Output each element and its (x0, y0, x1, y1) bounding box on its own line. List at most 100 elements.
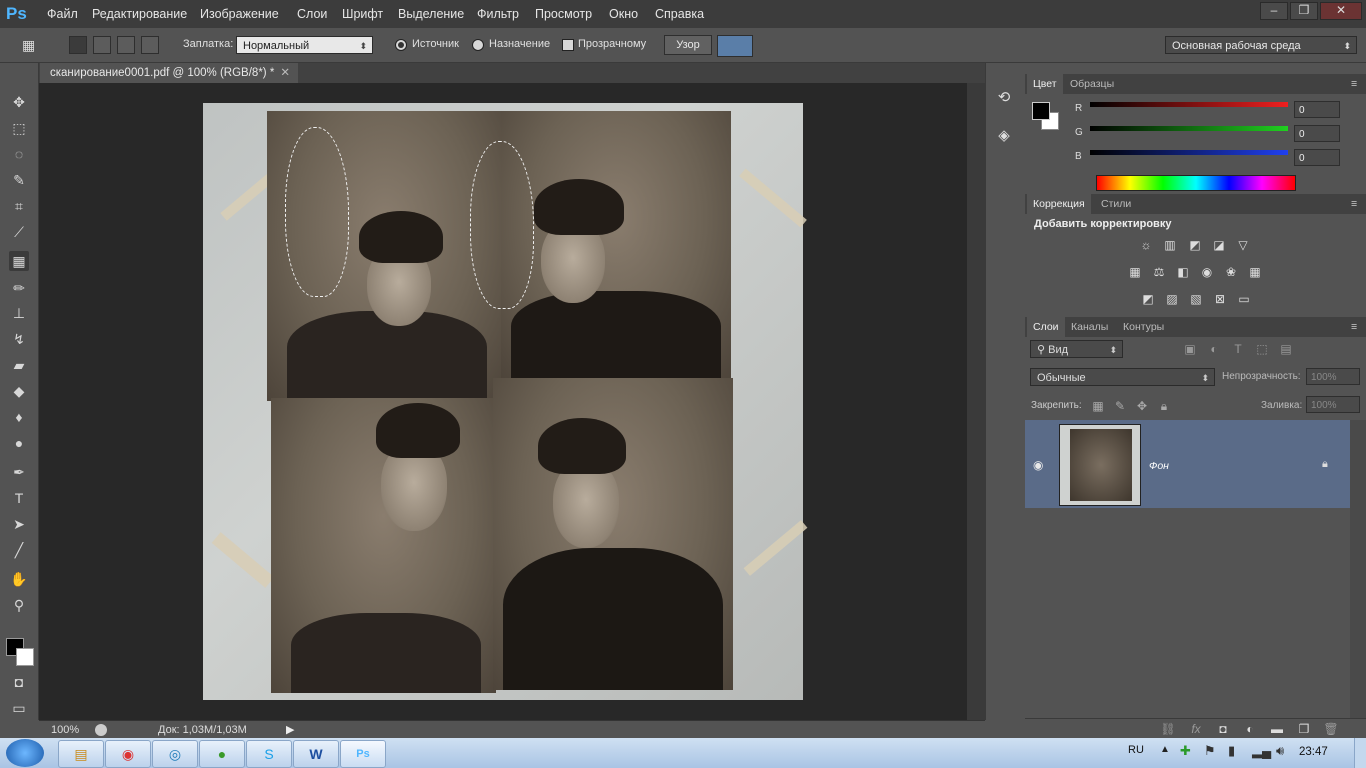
document-tab[interactable]: сканирование0001.pdf @ 100% (RGB/8*) * ✕ (40, 63, 298, 83)
vertical-scrollbar[interactable] (967, 83, 985, 720)
blend-mode-dropdown[interactable]: Обычные ⬍ (1030, 368, 1215, 386)
menu-file[interactable]: Файл (47, 0, 78, 28)
menu-image[interactable]: Изображение (200, 0, 279, 28)
channel-mixer-icon[interactable]: ❀ (1223, 265, 1239, 279)
menu-filter[interactable]: Фильтр (477, 0, 519, 28)
tab-layers[interactable]: Слои (1027, 317, 1065, 337)
hand-tool-icon[interactable]: ✋ (9, 569, 29, 589)
marquee-tool-icon[interactable]: ⬚ (9, 118, 29, 138)
filter-smart-icon[interactable]: ▤ (1278, 342, 1294, 356)
color-balance-icon[interactable]: ⚖ (1151, 265, 1167, 279)
fx-icon[interactable]: fx (1188, 722, 1204, 736)
line-tool-icon[interactable]: ╱ (9, 540, 29, 560)
levels-icon[interactable]: ▥ (1162, 238, 1178, 252)
history-panel-icon[interactable]: ⟲ (992, 88, 1016, 110)
layer-row-background[interactable]: ◉ Фон 🔒︎ (1025, 420, 1350, 508)
dodge-tool-icon[interactable]: ● (9, 433, 29, 453)
tab-swatches[interactable]: Образцы (1064, 74, 1120, 94)
patch-tool-icon[interactable]: ▦ (9, 251, 29, 271)
gradient-map-icon[interactable]: ▭ (1236, 292, 1252, 306)
visibility-eye-icon[interactable]: ◉ (1033, 458, 1043, 472)
lock-transparency-icon[interactable]: ▦ (1090, 399, 1106, 413)
zoom-level[interactable]: 100% (51, 724, 79, 736)
opacity-value[interactable]: 100% (1306, 368, 1360, 385)
skype-taskbar-icon[interactable]: S (246, 740, 292, 768)
status-options-icon[interactable] (95, 724, 107, 736)
filter-adjustment-icon[interactable]: ◐ (1206, 342, 1222, 356)
menu-select[interactable]: Выделение (398, 0, 464, 28)
curves-icon[interactable]: ◩ (1187, 238, 1203, 252)
use-pattern-button[interactable]: Узор (664, 35, 712, 55)
threshold-icon[interactable]: ▧ (1188, 292, 1204, 306)
menu-view[interactable]: Просмотр (535, 0, 592, 28)
tab-styles[interactable]: Стили (1095, 194, 1137, 214)
panel-menu-icon[interactable]: ≡ (1345, 317, 1363, 337)
subtract-selection-button[interactable] (117, 36, 135, 54)
new-selection-button[interactable] (69, 36, 87, 54)
selective-color-icon[interactable]: ⊠ (1212, 292, 1228, 306)
new-layer-icon[interactable]: ❐ (1296, 722, 1312, 736)
power-icon[interactable]: ▮ (1228, 743, 1235, 759)
menu-window[interactable]: Окно (609, 0, 638, 28)
chrome-taskbar-icon[interactable]: ◉ (105, 740, 151, 768)
g-value[interactable]: 0 (1294, 125, 1340, 142)
add-selection-button[interactable] (93, 36, 111, 54)
layer-name[interactable]: Фон (1149, 460, 1169, 472)
lasso-tool-icon[interactable]: ◌ (9, 144, 29, 164)
color-fg-swatch[interactable] (1032, 102, 1050, 120)
document-image[interactable] (203, 103, 808, 700)
screen-mode-icon[interactable]: ▭ (9, 698, 29, 718)
menu-layers[interactable]: Слои (297, 0, 327, 28)
menu-edit[interactable]: Редактирование (92, 0, 187, 28)
brightness-icon[interactable]: ☼ (1138, 238, 1154, 252)
blur-tool-icon[interactable]: ♦ (9, 407, 29, 427)
status-menu-arrow-icon[interactable]: ▶ (286, 723, 294, 736)
hue-saturation-icon[interactable]: ▦ (1127, 265, 1143, 279)
source-radio[interactable] (395, 39, 407, 51)
action-center-icon[interactable]: ⚑ (1204, 743, 1216, 759)
color-lookup-icon[interactable]: ▦ (1247, 265, 1263, 279)
intersect-selection-button[interactable] (141, 36, 159, 54)
lock-pixels-icon[interactable]: ✎ (1112, 399, 1128, 413)
history-brush-tool-icon[interactable]: ↯ (9, 329, 29, 349)
fill-value[interactable]: 100% (1306, 396, 1360, 413)
path-selection-tool-icon[interactable]: ➤ (9, 514, 29, 534)
filter-shape-icon[interactable]: ⬚ (1254, 342, 1270, 356)
eyedropper-tool-icon[interactable]: ⟋ (9, 222, 29, 242)
pattern-picker[interactable] (717, 35, 753, 57)
tab-paths[interactable]: Контуры (1117, 317, 1170, 337)
black-white-icon[interactable]: ◧ (1175, 265, 1191, 279)
filter-pixel-icon[interactable]: ▣ (1182, 342, 1198, 356)
invert-icon[interactable]: ◩ (1140, 292, 1156, 306)
new-adjustment-icon[interactable]: ◐ (1242, 722, 1258, 736)
patch-tool-preset-icon[interactable]: ▦ (22, 37, 38, 53)
tray-arrow-icon[interactable]: ▲ (1160, 744, 1170, 755)
restore-button[interactable]: ❐ (1290, 2, 1318, 20)
quick-selection-tool-icon[interactable]: ✎ (9, 170, 29, 190)
language-indicator[interactable]: RU (1128, 744, 1144, 756)
fill-mode-dropdown[interactable]: Нормальный ⬍ (236, 36, 373, 54)
panel-menu-icon[interactable]: ≡ (1345, 194, 1363, 214)
lock-all-icon[interactable]: 🔒︎ (1156, 399, 1172, 413)
clone-stamp-tool-icon[interactable]: ⊥ (9, 303, 29, 323)
crop-tool-icon[interactable]: ⌗ (9, 196, 29, 216)
trash-icon[interactable]: 🗑︎ (1323, 722, 1339, 736)
clock[interactable]: 23:47 (1299, 746, 1328, 758)
new-group-icon[interactable]: ▬ (1269, 722, 1285, 736)
pen-tool-icon[interactable]: ✒ (9, 462, 29, 482)
3d-panel-icon[interactable]: ◈ (992, 126, 1016, 148)
layer-filter-dropdown[interactable]: ⚲ Вид ⬍ (1030, 340, 1123, 358)
b-slider[interactable] (1090, 150, 1288, 155)
start-button[interactable] (6, 739, 44, 767)
show-desktop-button[interactable] (1354, 738, 1366, 768)
utorrent-taskbar-icon[interactable]: ● (199, 740, 245, 768)
quick-mask-icon[interactable]: ◘ (9, 672, 29, 692)
color-spectrum-ramp[interactable] (1096, 175, 1296, 191)
exposure-icon[interactable]: ◪ (1211, 238, 1227, 252)
posterize-icon[interactable]: ▨ (1164, 292, 1180, 306)
close-button[interactable]: ✕ (1320, 2, 1362, 20)
background-color-swatch[interactable] (16, 648, 34, 666)
b-value[interactable]: 0 (1294, 149, 1340, 166)
menu-help[interactable]: Справка (655, 0, 704, 28)
close-tab-icon[interactable]: ✕ (280, 63, 290, 83)
